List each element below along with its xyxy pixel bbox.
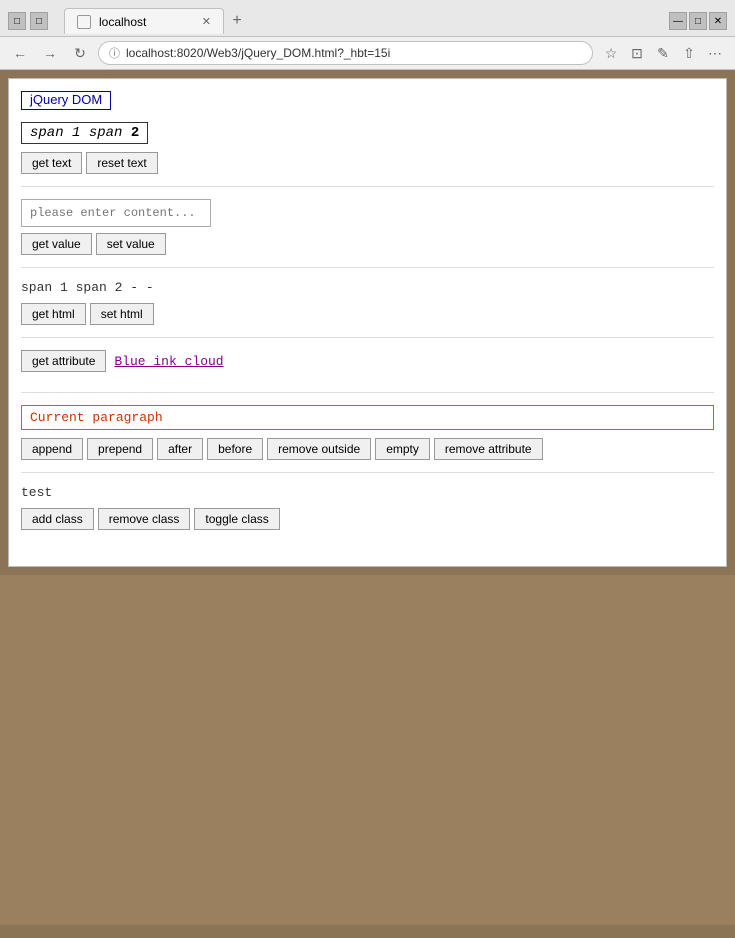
active-tab[interactable]: localhost ✕ xyxy=(64,8,224,34)
span-text-display: span 1 span 2 xyxy=(21,122,148,144)
get-html-button[interactable]: get html xyxy=(21,303,86,325)
blue-ink-link[interactable]: Blue ink cloud xyxy=(114,354,223,369)
page-title: jQuery DOM xyxy=(21,91,111,110)
address-bar[interactable]: ⓘ localhost:8020/Web3/jQuery_DOM.html?_h… xyxy=(98,41,593,65)
lock-icon: ⓘ xyxy=(109,45,120,61)
value-section: get value set value xyxy=(21,199,714,268)
title-bar: □ □ localhost ✕ + — □ ✕ xyxy=(0,0,735,36)
test-text-display: test xyxy=(21,485,714,500)
prepend-button[interactable]: prepend xyxy=(87,438,153,460)
reload-button[interactable]: ↻ xyxy=(68,41,92,65)
maximize-button[interactable]: □ xyxy=(689,12,707,30)
get-text-button[interactable]: get text xyxy=(21,152,82,174)
share-button[interactable]: ⇧ xyxy=(677,41,701,65)
close-button[interactable]: ✕ xyxy=(709,12,727,30)
span-bold-2: 2 xyxy=(131,125,139,141)
get-value-button[interactable]: get value xyxy=(21,233,92,255)
html-section: span 1 span 2 - - get html set html xyxy=(21,280,714,338)
nav-actions: ☆ ⊡ ✎ ⇧ ⋯ xyxy=(599,41,727,65)
text-buttons: get text reset text xyxy=(21,152,714,174)
dom-buttons: append prepend after before remove outsi… xyxy=(21,438,714,460)
class-section: test add class remove class toggle class xyxy=(21,485,714,542)
before-button[interactable]: before xyxy=(207,438,263,460)
html-text-display: span 1 span 2 - - xyxy=(21,280,714,295)
span-text-2: span xyxy=(80,125,130,141)
dom-section: Current paragraph append prepend after b… xyxy=(21,405,714,473)
remove-outside-button[interactable]: remove outside xyxy=(267,438,371,460)
duplicate-button[interactable]: □ xyxy=(30,12,48,30)
remove-attribute-button[interactable]: remove attribute xyxy=(434,438,543,460)
bookmark-star-button[interactable]: ☆ xyxy=(599,41,623,65)
html-buttons: get html set html xyxy=(21,303,714,325)
attr-row: get attribute Blue ink cloud xyxy=(21,350,714,372)
back-button[interactable]: ← xyxy=(8,41,32,65)
set-html-button[interactable]: set html xyxy=(90,303,154,325)
tab-bar: localhost ✕ + xyxy=(64,8,661,34)
after-button[interactable]: after xyxy=(157,438,203,460)
minimize-button[interactable]: — xyxy=(669,12,687,30)
empty-button[interactable]: empty xyxy=(375,438,430,460)
restore-button[interactable]: □ xyxy=(8,12,26,30)
add-class-button[interactable]: add class xyxy=(21,508,94,530)
new-tab-button[interactable]: + xyxy=(224,8,250,34)
get-attribute-button[interactable]: get attribute xyxy=(21,350,106,372)
menu-button[interactable]: ⋯ xyxy=(703,41,727,65)
browser-background xyxy=(0,575,735,925)
extensions-button[interactable]: ⊡ xyxy=(625,41,649,65)
main-content: jQuery DOM span 1 span 2 get text reset … xyxy=(8,78,727,567)
current-paragraph-display: Current paragraph xyxy=(21,405,714,430)
remove-class-button[interactable]: remove class xyxy=(98,508,191,530)
reset-text-button[interactable]: reset text xyxy=(86,152,157,174)
content-input[interactable] xyxy=(21,199,211,227)
url-text: localhost:8020/Web3/jQuery_DOM.html?_hbt… xyxy=(126,46,582,60)
profile-button[interactable]: ✎ xyxy=(651,41,675,65)
span-text-1: span xyxy=(30,125,72,141)
browser-chrome: □ □ localhost ✕ + — □ ✕ ← → ↻ ⓘ localhos… xyxy=(0,0,735,70)
toggle-class-button[interactable]: toggle class xyxy=(194,508,279,530)
attr-section: get attribute Blue ink cloud xyxy=(21,350,714,393)
forward-button[interactable]: → xyxy=(38,41,62,65)
window-controls-left: □ □ xyxy=(8,12,48,30)
class-buttons: add class remove class toggle class xyxy=(21,508,714,530)
set-value-button[interactable]: set value xyxy=(96,233,166,255)
append-button[interactable]: append xyxy=(21,438,83,460)
window-controls-right: — □ ✕ xyxy=(669,12,727,30)
tab-title: localhost xyxy=(99,15,146,29)
text-section: span 1 span 2 get text reset text xyxy=(21,122,714,187)
value-buttons: get value set value xyxy=(21,233,714,255)
tab-close-button[interactable]: ✕ xyxy=(202,15,211,28)
tab-favicon xyxy=(77,15,91,29)
nav-bar: ← → ↻ ⓘ localhost:8020/Web3/jQuery_DOM.h… xyxy=(0,36,735,70)
